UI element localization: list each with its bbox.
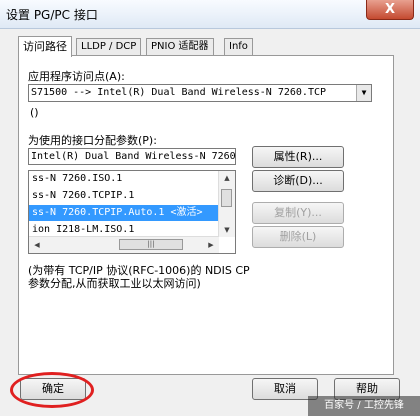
properties-button[interactable]: 属性(R)... bbox=[252, 146, 344, 168]
access-point-dropdown[interactable]: S71500 --> Intel(R) Dual Band Wireless-N… bbox=[28, 84, 372, 102]
horizontal-scroll-thumb[interactable]: ||| bbox=[119, 239, 183, 250]
scroll-right-icon[interactable]: ▶ bbox=[203, 238, 219, 252]
tab-lldp-dcp[interactable]: LLDP / DCP bbox=[76, 38, 142, 55]
delete-button[interactable]: 删除(L) bbox=[252, 226, 344, 248]
list-item[interactable]: ss-N 7260.TCPIP.1 bbox=[29, 188, 219, 204]
tab-pnio-adapter[interactable]: PNIO 适配器 bbox=[146, 38, 214, 55]
interface-list[interactable]: ss-N 7260.ISO.1 ss-N 7260.TCPIP.1 ss-N 7… bbox=[28, 170, 236, 254]
vertical-scrollbar[interactable]: ▲ ▼ bbox=[218, 171, 235, 237]
access-point-subtext: () bbox=[30, 106, 39, 119]
horizontal-scrollbar[interactable]: ◀ ||| ▶ bbox=[29, 236, 219, 253]
interface-params-field[interactable]: Intel(R) Dual Band Wireless-N 7260 bbox=[28, 148, 236, 165]
description-note: (为带有 TCP/IP 协议(RFC-1006)的 NDIS CP 参数分配,从… bbox=[28, 264, 250, 290]
tab-info[interactable]: Info bbox=[224, 38, 253, 55]
scroll-down-icon[interactable]: ▼ bbox=[219, 223, 235, 237]
copy-button[interactable]: 复制(Y)... bbox=[252, 202, 344, 224]
list-item-selected[interactable]: ss-N 7260.TCPIP.Auto.1 <激活> bbox=[29, 205, 219, 221]
watermark: 百家号 / 工控先锋 bbox=[308, 396, 420, 416]
dropdown-arrow-icon[interactable]: ▼ bbox=[356, 85, 371, 101]
ok-button[interactable]: 确定 bbox=[20, 378, 86, 400]
scroll-left-icon[interactable]: ◀ bbox=[29, 238, 45, 252]
vertical-scroll-thumb[interactable] bbox=[221, 189, 232, 207]
scroll-up-icon[interactable]: ▲ bbox=[219, 171, 235, 185]
close-button[interactable]: X bbox=[366, 0, 414, 20]
list-item[interactable]: ss-N 7260.ISO.1 bbox=[29, 171, 219, 187]
interface-params-label: 为使用的接口分配参数(P): bbox=[28, 134, 157, 147]
tab-access-path[interactable]: 访问路径 bbox=[18, 36, 72, 57]
title-bar: 设置 PG/PC 接口 X bbox=[0, 0, 420, 29]
diagnostics-button[interactable]: 诊断(D)... bbox=[252, 170, 344, 192]
close-icon: X bbox=[384, 2, 396, 17]
window-title: 设置 PG/PC 接口 bbox=[6, 8, 98, 22]
access-point-value: S71500 --> Intel(R) Dual Band Wireless-N… bbox=[31, 87, 327, 98]
interface-params-value: Intel(R) Dual Band Wireless-N 7260 bbox=[31, 151, 236, 162]
access-point-label: 应用程序访问点(A): bbox=[28, 70, 125, 83]
